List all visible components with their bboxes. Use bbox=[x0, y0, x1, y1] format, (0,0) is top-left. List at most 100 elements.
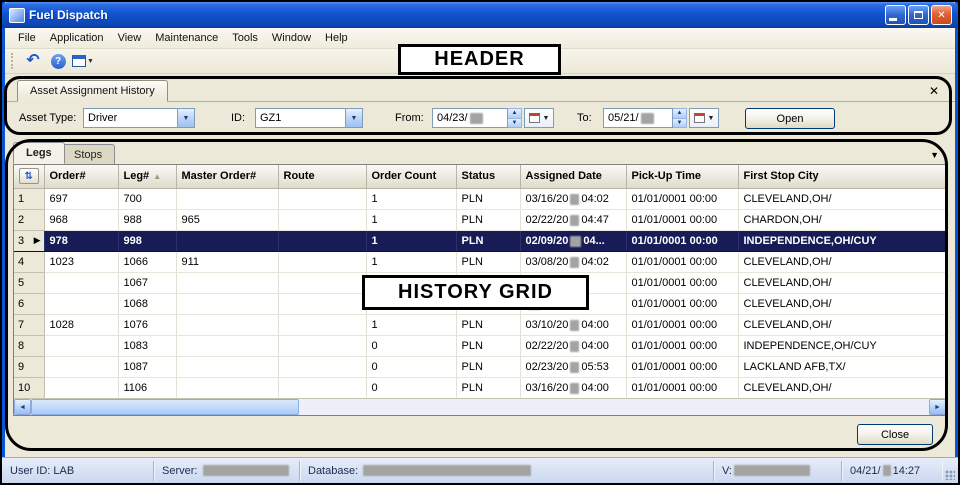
maximize-button[interactable] bbox=[908, 5, 929, 25]
panel-menu-icon[interactable]: ▼ bbox=[930, 150, 939, 160]
cell-route bbox=[278, 356, 366, 377]
column-header-pick-up-time[interactable]: Pick-Up Time bbox=[626, 165, 738, 188]
cell-route bbox=[278, 188, 366, 209]
resize-grip[interactable] bbox=[942, 463, 958, 483]
grid-corner-cell: ⇅ bbox=[14, 165, 44, 188]
menu-item-tools[interactable]: Tools bbox=[225, 29, 265, 47]
open-button[interactable]: Open bbox=[745, 108, 835, 129]
statusbar: User ID: LAB Server: Database: V: 04/21/… bbox=[2, 457, 958, 483]
dropdown-arrow-icon[interactable]: ▼ bbox=[345, 109, 362, 127]
cell-master-order bbox=[176, 314, 278, 335]
document-tabstrip: Asset Assignment History ✕ bbox=[5, 75, 955, 102]
column-header-order-count[interactable]: Order Count bbox=[366, 165, 456, 188]
cell-pickup-time: 01/01/0001 00:00 bbox=[626, 314, 738, 335]
column-header-first-stop-city[interactable]: First Stop City bbox=[738, 165, 946, 188]
cell-leg: 988 bbox=[118, 209, 176, 230]
tab-legs[interactable]: Legs bbox=[13, 142, 65, 164]
from-date-input[interactable]: 04/23/ bbox=[432, 108, 508, 128]
table-row[interactable]: 29689889651PLN02/22/2004:4701/01/0001 00… bbox=[14, 209, 946, 230]
column-header-route[interactable]: Route bbox=[278, 165, 366, 188]
redacted bbox=[570, 194, 579, 205]
cell-pickup-time: 01/01/0001 00:00 bbox=[626, 335, 738, 356]
horizontal-scrollbar[interactable]: ◄ ► bbox=[14, 398, 946, 415]
tab-asset-assignment-history[interactable]: Asset Assignment History bbox=[17, 80, 168, 102]
cell-master-order bbox=[176, 293, 278, 314]
table-row[interactable]: 16977001PLN03/16/2004:0201/01/0001 00:00… bbox=[14, 188, 946, 209]
cell-assigned-date: 03/10/2004:00 bbox=[520, 314, 626, 335]
window-controls: ✕ bbox=[885, 5, 952, 25]
column-header-master-order-[interactable]: Master Order# bbox=[176, 165, 278, 188]
spin-up-icon[interactable]: ▲ bbox=[673, 109, 686, 119]
spin-down-icon[interactable]: ▼ bbox=[673, 119, 686, 128]
help-button[interactable]: ? bbox=[47, 51, 69, 72]
row-number-text: 1 bbox=[18, 193, 24, 205]
spin-up-icon[interactable]: ▲ bbox=[508, 109, 521, 119]
new-window-button[interactable]: ▼ bbox=[72, 51, 94, 72]
table-row[interactable]: 1011060PLN03/16/2004:0001/01/0001 00:00C… bbox=[14, 377, 946, 398]
titlebar[interactable]: Fuel Dispatch ✕ bbox=[2, 2, 958, 28]
minimize-icon bbox=[889, 18, 897, 21]
field-chooser-icon[interactable]: ⇅ bbox=[19, 168, 39, 184]
back-button[interactable]: ↶ bbox=[22, 51, 44, 72]
id-label: ID: bbox=[231, 112, 245, 124]
column-header-assigned-date[interactable]: Assigned Date bbox=[520, 165, 626, 188]
table-row[interactable]: 6106822:1401/01/0001 00:00CLEVELAND,OH/ bbox=[14, 293, 946, 314]
dropdown-arrow-icon[interactable]: ▼ bbox=[177, 109, 194, 127]
close-window-button[interactable]: ✕ bbox=[931, 5, 952, 25]
scroll-left-icon[interactable]: ◄ bbox=[14, 399, 31, 415]
grid-tabstrip: Legs Stops ▼ bbox=[13, 142, 947, 164]
cell-order: 978 bbox=[44, 230, 118, 251]
app-icon bbox=[9, 8, 25, 23]
cell-order-count: 1 bbox=[366, 188, 456, 209]
row-number[interactable]: 5 bbox=[14, 272, 44, 293]
scrollbar-thumb[interactable] bbox=[31, 399, 299, 415]
minimize-button[interactable] bbox=[885, 5, 906, 25]
table-row[interactable]: 7102810761PLN03/10/2004:0001/01/0001 00:… bbox=[14, 314, 946, 335]
menu-item-view[interactable]: View bbox=[111, 29, 149, 47]
cell-order-count bbox=[366, 293, 456, 314]
table-row[interactable]: 4102310669111PLN03/08/2004:0201/01/0001 … bbox=[14, 251, 946, 272]
menu-item-maintenance[interactable]: Maintenance bbox=[148, 29, 225, 47]
from-calendar-button[interactable]: ▼ bbox=[524, 108, 554, 128]
row-number[interactable]: 2 bbox=[14, 209, 44, 230]
cell-leg: 1067 bbox=[118, 272, 176, 293]
to-date-spinner[interactable]: ▲ ▼ bbox=[673, 108, 687, 128]
cell-leg: 1076 bbox=[118, 314, 176, 335]
table-row[interactable]: 910870PLN02/23/2005:5301/01/0001 00:00LA… bbox=[14, 356, 946, 377]
row-number[interactable]: 7 bbox=[14, 314, 44, 335]
column-header-order-[interactable]: Order# bbox=[44, 165, 118, 188]
row-number[interactable]: 3▶ bbox=[14, 230, 44, 251]
row-number[interactable]: 8 bbox=[14, 335, 44, 356]
table-row[interactable]: 810830PLN02/22/2004:0001/01/0001 00:00IN… bbox=[14, 335, 946, 356]
to-date-input[interactable]: 05/21/ bbox=[603, 108, 673, 128]
cell-route bbox=[278, 272, 366, 293]
menu-item-file[interactable]: File bbox=[11, 29, 43, 47]
row-number[interactable]: 10 bbox=[14, 377, 44, 398]
redacted-version bbox=[734, 465, 810, 476]
row-number[interactable]: 4 bbox=[14, 251, 44, 272]
menu-item-window[interactable]: Window bbox=[265, 29, 318, 47]
close-panel-button[interactable]: Close bbox=[857, 424, 933, 445]
close-tab-icon[interactable]: ✕ bbox=[929, 85, 939, 97]
scroll-right-icon[interactable]: ► bbox=[929, 399, 946, 415]
spin-down-icon[interactable]: ▼ bbox=[508, 119, 521, 128]
row-number[interactable]: 1 bbox=[14, 188, 44, 209]
column-header-leg-[interactable]: Leg#▲ bbox=[118, 165, 176, 188]
menu-item-help[interactable]: Help bbox=[318, 29, 355, 47]
cell-master-order bbox=[176, 356, 278, 377]
table-row[interactable]: 3▶9789981PLN02/09/2004...01/01/0001 00:0… bbox=[14, 230, 946, 251]
column-header-status[interactable]: Status bbox=[456, 165, 520, 188]
cell-status bbox=[456, 272, 520, 293]
tab-stops[interactable]: Stops bbox=[61, 144, 115, 164]
row-number[interactable]: 6 bbox=[14, 293, 44, 314]
id-select[interactable]: GZ1 ▼ bbox=[255, 108, 363, 128]
table-row[interactable]: 5106704:0001/01/0001 00:00CLEVELAND,OH/ bbox=[14, 272, 946, 293]
toolbar-grip[interactable] bbox=[11, 53, 15, 69]
cell-status: PLN bbox=[456, 356, 520, 377]
menu-item-application[interactable]: Application bbox=[43, 29, 111, 47]
cell-master-order bbox=[176, 230, 278, 251]
from-date-spinner[interactable]: ▲ ▼ bbox=[508, 108, 522, 128]
to-calendar-button[interactable]: ▼ bbox=[689, 108, 719, 128]
row-number[interactable]: 9 bbox=[14, 356, 44, 377]
asset-type-select[interactable]: Driver ▼ bbox=[83, 108, 195, 128]
